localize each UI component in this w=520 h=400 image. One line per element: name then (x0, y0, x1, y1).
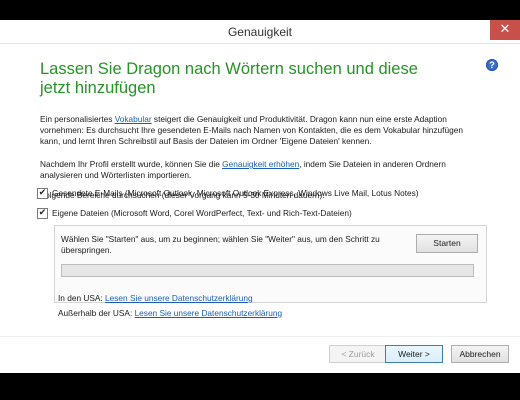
my-documents-checkbox[interactable]: ✔ (37, 208, 48, 219)
privacy-outside-label: Außerhalb der USA: (58, 308, 135, 318)
vocabulary-link[interactable]: Vokabular (115, 114, 152, 124)
privacy-usa-link[interactable]: Lesen Sie unsere Datenschutzerklärung (105, 293, 253, 303)
screen: Genauigkeit ✕ ? Lassen Sie Dragon nach W… (0, 0, 520, 400)
start-button[interactable]: Starten (416, 234, 478, 253)
privacy-usa: In den USA: Lesen Sie unsere Datenschutz… (58, 293, 253, 304)
main-content: Lassen Sie Dragon nach Wörtern suchen un… (40, 60, 505, 200)
start-panel: Wählen Sie "Starten" aus, um zu beginnen… (54, 225, 487, 303)
sent-emails-label: Gesendete E-Mails (Microsoft Outlook, Mi… (52, 188, 419, 198)
privacy-outside-link[interactable]: Lesen Sie unsere Datenschutzerklärung (135, 308, 283, 318)
intro-text-1: Ein personalisiertes (40, 114, 115, 124)
my-documents-label: Eigene Dateien (Microsoft Word, Corel Wo… (52, 208, 352, 218)
profile-text-1: Nachdem Ihr Profil erstellt wurde, könne… (40, 159, 223, 169)
back-button[interactable]: < Zurück (329, 345, 387, 363)
close-button[interactable]: ✕ (490, 20, 520, 40)
next-button[interactable]: Weiter > (385, 345, 443, 363)
intro-paragraph: Ein personalisiertes Vokabular steigert … (40, 114, 480, 147)
privacy-usa-label: In den USA: (58, 293, 106, 303)
close-icon: ✕ (499, 22, 511, 37)
privacy-outside-usa: Außerhalb der USA: Lesen Sie unsere Date… (58, 308, 282, 319)
footer-divider (0, 336, 520, 337)
option-sent-emails[interactable]: ✔ Gesendete E-Mails (Microsoft Outlook, M… (37, 187, 419, 199)
sent-emails-checkbox[interactable]: ✔ (37, 188, 48, 199)
window-title: Genauigkeit (227, 25, 293, 39)
cancel-button[interactable]: Abbrechen (451, 345, 509, 363)
dialog-window: Genauigkeit ✕ ? Lassen Sie Dragon nach W… (0, 20, 520, 373)
option-my-documents[interactable]: ✔ Eigene Dateien (Microsoft Word, Corel W… (37, 207, 352, 219)
title-bar: Genauigkeit ✕ (0, 20, 520, 44)
progress-bar (61, 264, 474, 277)
start-instructions: Wählen Sie "Starten" aus, um zu beginnen… (61, 234, 380, 255)
page-heading: Lassen Sie Dragon nach Wörtern suchen un… (40, 60, 418, 97)
profile-paragraph: Nachdem Ihr Profil erstellt wurde, könne… (40, 159, 480, 181)
improve-accuracy-link[interactable]: Genauigkeit erhöhen (222, 159, 299, 169)
